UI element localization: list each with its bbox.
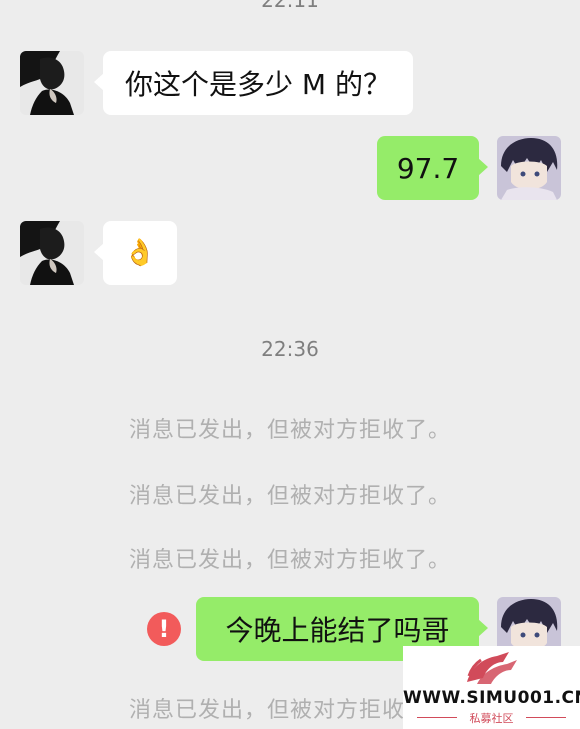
message-text: 97.7	[396, 151, 460, 185]
rejected-notice: 消息已发出，但被对方拒收了。	[128, 484, 451, 509]
self-avatar[interactable]	[497, 136, 561, 200]
contact-avatar[interactable]	[20, 221, 84, 285]
message-bubble-incoming[interactable]: 你这个是多少 M 的？	[94, 51, 413, 115]
self-avatar-image	[497, 136, 561, 200]
rejected-notice: 消息已发出，但被对方拒收了。	[128, 548, 451, 573]
message-text: 今晚上能结了吗哥	[225, 614, 450, 647]
message-bubble-incoming[interactable]: 👌	[94, 221, 177, 285]
contact-avatar[interactable]	[20, 51, 84, 115]
timestamp: 22:36	[261, 337, 319, 361]
watermark-subtitle: 私募社区	[469, 712, 514, 725]
contact-avatar-image	[20, 51, 84, 115]
send-failed-icon[interactable]: !	[147, 612, 181, 646]
contact-avatar-image	[20, 221, 84, 285]
message-text: 你这个是多少 M 的？	[125, 68, 391, 101]
watermark: WWW.SIMU001.CN 私募社区	[403, 646, 580, 729]
watermark-url: WWW.SIMU001.CN	[403, 688, 580, 708]
chat-area: 22:11 你这个是多少 M 的？ 97.7 👌 22:36 消息已发出，但被对…	[0, 0, 580, 729]
ok-hand-emoji: 👌	[123, 238, 157, 268]
timestamp: 22:11	[261, 0, 319, 12]
message-bubble-outgoing[interactable]: 97.7	[377, 136, 488, 200]
watermark-logo-icon	[467, 652, 517, 684]
watermark-divider	[526, 717, 566, 718]
rejected-notice: 消息已发出，但被对方拒收了。	[128, 418, 451, 443]
